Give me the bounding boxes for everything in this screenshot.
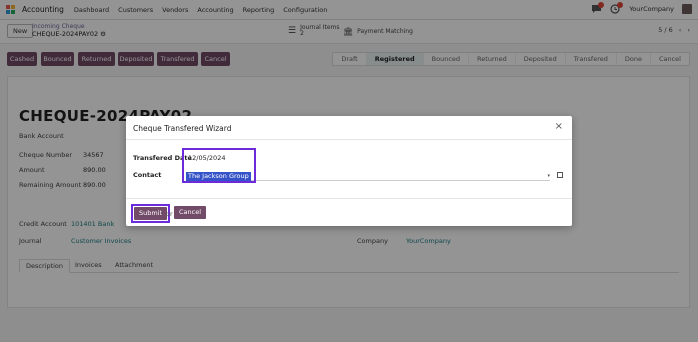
chevron-down-icon[interactable]: ▾	[547, 173, 550, 179]
modal-header: Cheque Transfered Wizard ×	[126, 116, 572, 140]
focus-highlight-box	[182, 148, 256, 183]
modal-title: Cheque Transfered Wizard	[133, 124, 232, 133]
close-icon[interactable]: ×	[555, 122, 563, 132]
cancel-button[interactable]: Cancel	[174, 206, 207, 219]
or-text: or	[166, 210, 173, 218]
modal-footer: Submit or Cancel	[126, 198, 572, 226]
external-link-icon[interactable]	[557, 172, 563, 178]
submit-button[interactable]: Submit	[134, 207, 168, 220]
cheque-transfered-wizard-dialog: Cheque Transfered Wizard × Transfered Da…	[126, 116, 572, 226]
contact-label: Contact	[133, 171, 162, 179]
submit-highlight-box: Submit	[131, 204, 171, 223]
